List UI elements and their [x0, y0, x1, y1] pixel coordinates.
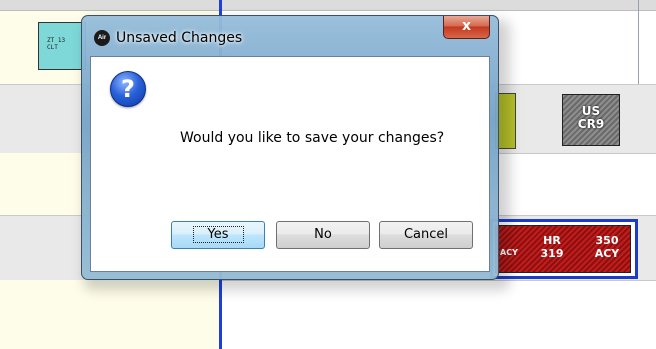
unsaved-changes-dialog[interactable]: Air Unsaved Changes x ? Would you like t… [81, 15, 499, 280]
flight-block-gray-line2: CR9 [577, 117, 605, 131]
flight-block-red-mid-line1: HR [543, 234, 561, 247]
flight-block-red-mid: HR 319 [532, 234, 572, 260]
top-header-strip [0, 0, 656, 11]
flight-block-cyan-line2: CLT [47, 44, 58, 51]
dialog-message: Would you like to save your changes? [180, 130, 445, 146]
flight-block-red-right: 350 ACY [584, 234, 630, 260]
close-button[interactable]: x [443, 16, 490, 39]
dialog-title: Unsaved Changes [116, 30, 243, 46]
schedule-row-5 [0, 280, 656, 349]
column-divider [638, 0, 639, 84]
cancel-button[interactable]: Cancel [379, 221, 473, 249]
flight-block-red-right-line1: 350 [595, 234, 619, 247]
dialog-client-area: ? Would you like to save your changes? Y… [90, 56, 490, 272]
question-icon: ? [110, 71, 146, 107]
yes-button-label: Yes [192, 226, 244, 243]
flight-block-cyan-line1: ZT 13 [47, 37, 66, 44]
flight-block-red[interactable]: ACY HR 319 350 ACY [495, 225, 631, 273]
app-icon: Air [94, 30, 110, 46]
flight-block-cyan[interactable]: ZT 13 CLT [38, 22, 86, 70]
no-button[interactable]: No [276, 221, 370, 249]
flight-block-red-mid-line2: 319 [540, 247, 564, 260]
flight-block-red-right-line2: ACY [594, 247, 620, 260]
flight-block-gray[interactable]: US CR9 [562, 94, 620, 146]
yes-button[interactable]: Yes [171, 221, 265, 249]
schedule-row-5-label-area [0, 280, 220, 349]
